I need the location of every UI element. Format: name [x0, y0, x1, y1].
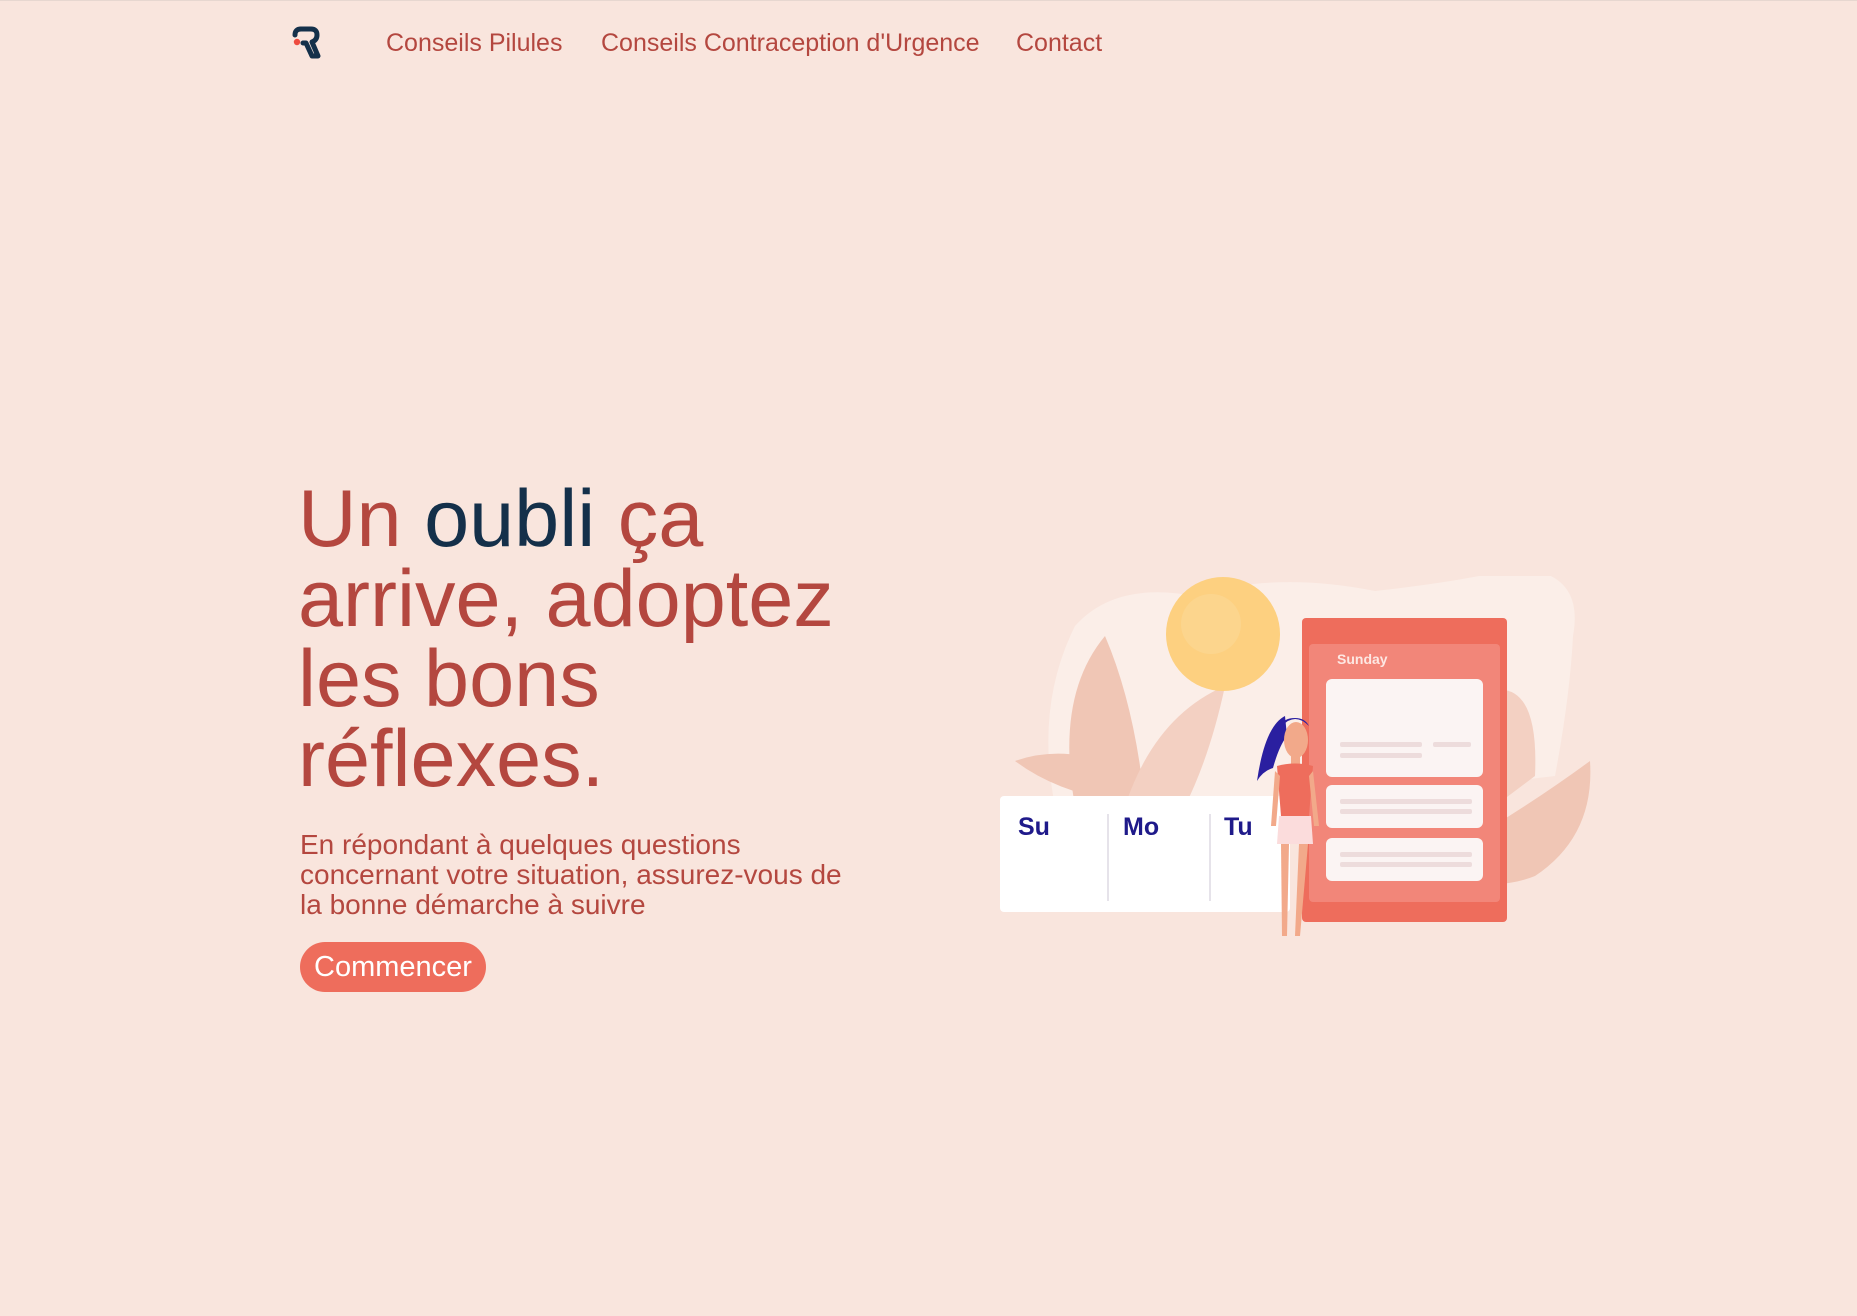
- hero-title: Un oubli ça arrive, adoptez les bons réf…: [298, 479, 898, 800]
- phone-card-small: [1326, 838, 1483, 881]
- weekday-su: Su: [1018, 813, 1050, 841]
- text-placeholder: [1340, 742, 1422, 747]
- phone-day-label: Sunday: [1337, 651, 1388, 667]
- hero-title-part1: Un: [298, 474, 425, 564]
- hero-title-accent: oubli: [424, 474, 596, 564]
- text-placeholder: [1340, 862, 1472, 867]
- weekday-tu: Tu: [1224, 813, 1253, 841]
- nav-link-contact[interactable]: Contact: [1016, 25, 1102, 61]
- calendar-illustration: Su Mo Tu Sunday: [1000, 576, 1591, 936]
- sun-highlight: [1181, 594, 1241, 654]
- phone-card-large: [1326, 679, 1483, 777]
- phone-card-small: [1326, 785, 1483, 828]
- nav-link-contraception-urgence[interactable]: Conseils Contraception d'Urgence: [601, 25, 980, 61]
- hero-subtitle: En répondant à quelques questions concer…: [300, 829, 842, 920]
- text-placeholder: [1340, 799, 1472, 804]
- start-button[interactable]: Commencer: [300, 942, 486, 992]
- nav-link-conseils-pilules[interactable]: Conseils Pilules: [386, 25, 562, 61]
- text-placeholder: [1340, 809, 1472, 814]
- text-placeholder: [1340, 852, 1472, 857]
- weekday-mo: Mo: [1123, 813, 1159, 841]
- top-navigation: Conseils Pilules Conseils Contraception …: [0, 1, 1857, 85]
- brand-logo-icon[interactable]: [291, 26, 321, 60]
- text-placeholder: [1340, 753, 1422, 758]
- text-placeholder: [1433, 742, 1471, 747]
- landing-page: Conseils Pilules Conseils Contraception …: [0, 0, 1857, 1316]
